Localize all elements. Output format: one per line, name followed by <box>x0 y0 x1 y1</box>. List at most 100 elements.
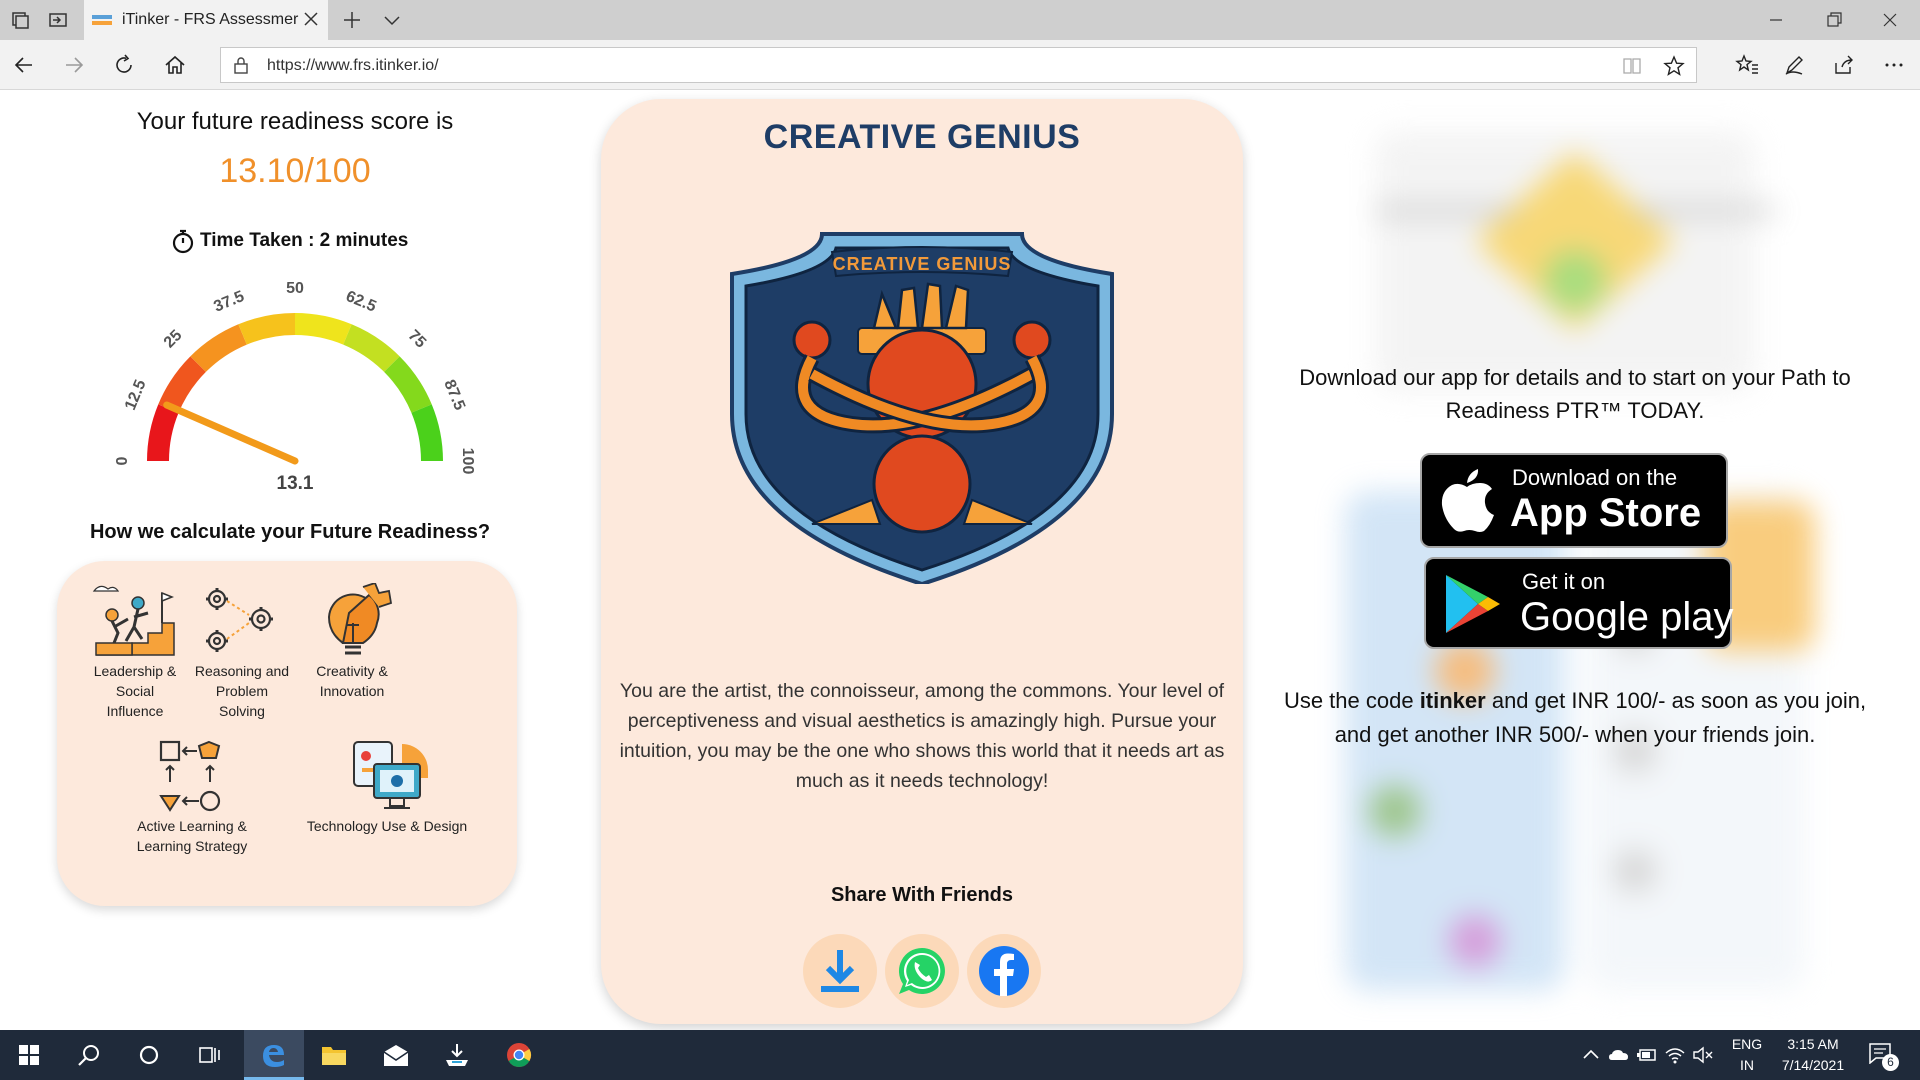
active-learning-label-1: Active Learning & <box>137 818 247 834</box>
onedrive-cloud-icon[interactable] <box>1608 1045 1630 1065</box>
lock-icon <box>234 57 248 74</box>
gauge-tick-label: 50 <box>286 280 304 297</box>
gauge-zone <box>238 313 295 345</box>
gauge-zone <box>343 324 400 372</box>
task-view-button[interactable] <box>180 1030 240 1080</box>
gauge-tick-label: 100 <box>459 448 476 475</box>
minimize-icon[interactable] <box>1766 10 1786 30</box>
more-options-icon[interactable] <box>1882 53 1906 77</box>
restore-icon[interactable] <box>1824 10 1844 30</box>
creativity-item: Creativity & Innovation <box>297 583 407 701</box>
cortana-circle-icon <box>139 1045 159 1065</box>
time-taken-row: Time Taken : 2 minutes <box>170 226 408 256</box>
taskbar-edge[interactable] <box>244 1030 304 1080</box>
persona-description: You are the artist, the connoisseur, amo… <box>619 680 1225 792</box>
apple-icon <box>1441 469 1494 532</box>
leadership-label-1: Leadership & <box>93 663 177 679</box>
calculation-title: How we calculate your Future Readiness? <box>89 521 491 543</box>
close-window-icon[interactable] <box>1880 10 1900 30</box>
speaker-muted-icon[interactable] <box>1692 1045 1714 1065</box>
browser-navbar: https://www.frs.itinker.io/ <box>0 40 1920 90</box>
gauge-tick-label: 87.5 <box>440 377 468 412</box>
gauge-needle <box>163 401 299 465</box>
gauge-zone <box>147 404 179 461</box>
facebook-share-button[interactable] <box>967 934 1041 1008</box>
battery-icon[interactable] <box>1636 1045 1658 1065</box>
back-arrow-icon[interactable] <box>12 53 36 77</box>
taskbar-app[interactable] <box>428 1030 488 1080</box>
app-store-big-text: App Store <box>1510 491 1702 535</box>
set-aside-tabs-icon[interactable] <box>48 10 68 30</box>
creative-genius-badge: CREATIVE GENIUS <box>730 232 1114 584</box>
clock[interactable]: 3:15 AM 7/14/2021 <box>1770 1034 1856 1076</box>
devices-icon <box>353 741 428 809</box>
gauge-zone <box>190 324 247 372</box>
favorites-icon[interactable] <box>1735 53 1759 77</box>
share-icon[interactable] <box>1832 53 1856 77</box>
refresh-icon[interactable] <box>112 53 136 77</box>
technology-label: Technology Use & Design <box>306 818 468 834</box>
google-play-big-text: Google play <box>1520 595 1734 639</box>
language-indicator[interactable]: ENG IN <box>1722 1034 1772 1076</box>
tab-actions-icon[interactable] <box>10 10 30 30</box>
calculation-card: Leadership & Social Influence Reasoning … <box>57 561 517 906</box>
reasoning-label-2: Problem <box>215 683 269 699</box>
favorite-star-icon[interactable] <box>1663 55 1685 77</box>
chevron-down-icon[interactable] <box>382 10 402 30</box>
folder-icon <box>322 1047 346 1065</box>
download-icon <box>821 950 859 992</box>
leadership-item: Leadership & Social Influence <box>87 583 183 721</box>
gauge-zone <box>411 404 443 461</box>
leadership-icon <box>92 585 175 656</box>
new-tab-icon[interactable] <box>342 10 362 30</box>
clock-date: 7/14/2021 <box>1781 1057 1845 1073</box>
close-tab-icon[interactable] <box>302 10 320 28</box>
reasoning-item: Reasoning and Problem Solving <box>187 583 297 721</box>
score-title: Your future readiness score is <box>136 108 454 135</box>
start-button[interactable] <box>0 1030 60 1080</box>
technology-item: Technology Use & Design <box>302 738 472 836</box>
action-center-button[interactable]: 6 <box>1866 1042 1900 1071</box>
home-icon[interactable] <box>163 53 187 77</box>
leadership-label-3: Influence <box>106 703 164 719</box>
taskbar-mail[interactable] <box>367 1030 427 1080</box>
code-prefix: Use the code <box>1283 688 1420 713</box>
itinker-favicon <box>92 15 112 25</box>
reading-view-icon[interactable] <box>1621 55 1643 77</box>
gauge-tick-label: 12.5 <box>122 377 150 412</box>
cortana-button[interactable] <box>120 1030 180 1080</box>
task-view-icon <box>199 1047 220 1063</box>
share-title: Share With Friends <box>830 884 1014 906</box>
chrome-icon <box>507 1043 532 1068</box>
page-content: Your future readiness score is 13.10/100… <box>0 91 1920 1030</box>
time-taken-text: Time Taken : 2 minutes <box>200 230 409 251</box>
app-store-button[interactable]: Download on the App Store <box>1420 453 1728 548</box>
gauge-tick-label: 62.5 <box>343 288 378 316</box>
taskbar-file-explorer[interactable] <box>305 1030 365 1080</box>
address-bar[interactable]: https://www.frs.itinker.io/ <box>220 47 1697 83</box>
flow-shapes-icon <box>159 740 221 812</box>
score-value: 13.10/100 <box>219 152 371 190</box>
search-button[interactable] <box>60 1030 120 1080</box>
url-text: https://www.frs.itinker.io/ <box>267 57 439 74</box>
google-play-button[interactable]: Get it on Google play <box>1424 557 1734 649</box>
gauge-tick-label: 25 <box>161 327 186 352</box>
active-tab[interactable]: iTinker - FRS Assessmer <box>84 0 328 40</box>
download-prompt: Download our app for details and to star… <box>1299 365 1851 423</box>
google-play-small-text: Get it on <box>1522 569 1606 594</box>
gauge-value-label: 13.1 <box>277 473 314 494</box>
app-store-small-text: Download on the <box>1512 465 1678 490</box>
whatsapp-share-button[interactable] <box>885 934 959 1008</box>
download-button[interactable] <box>803 934 877 1008</box>
forward-arrow-icon[interactable] <box>62 53 86 77</box>
mail-icon <box>383 1045 409 1066</box>
pen-notes-icon[interactable] <box>1782 53 1806 77</box>
language-code: ENG <box>1731 1036 1763 1052</box>
wifi-icon[interactable] <box>1664 1045 1686 1065</box>
tab-title: iTinker - FRS Assessmer <box>122 11 299 28</box>
region-code: IN <box>1740 1057 1754 1073</box>
browser-titlebar: iTinker - FRS Assessmer <box>0 0 1920 40</box>
taskbar-chrome[interactable] <box>490 1030 550 1080</box>
persona-title: CREATIVE GENIUS <box>763 118 1081 156</box>
chevron-up-icon[interactable] <box>1580 1045 1602 1065</box>
